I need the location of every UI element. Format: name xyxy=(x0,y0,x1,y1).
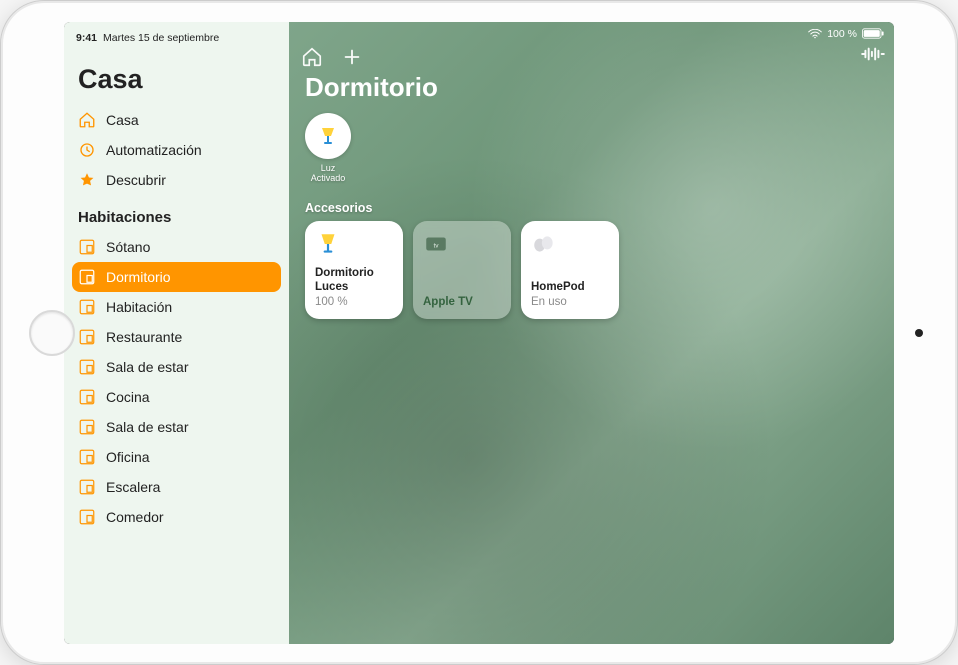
sidebar-room-item[interactable]: Restaurante xyxy=(64,322,289,352)
room-icon xyxy=(78,328,96,346)
sidebar-item-home[interactable]: Casa xyxy=(64,105,289,135)
room-title: Dormitorio xyxy=(289,70,894,113)
room-icon xyxy=(78,298,96,316)
app-title: Casa xyxy=(64,56,289,105)
intercom-icon[interactable] xyxy=(860,46,882,68)
tile-text: HomePodEn uso xyxy=(531,280,609,309)
status-bar-right: 100 % xyxy=(289,22,894,40)
tile-text: Apple TV xyxy=(423,295,501,309)
tile-name: Dormitorio Luces xyxy=(315,266,393,295)
accessory-tile-homepod[interactable]: HomePodEn uso xyxy=(521,221,619,319)
sidebar-room-item[interactable]: Cocina xyxy=(64,382,289,412)
sidebar: 9:41 Martes 15 de septiembre Casa Casa A… xyxy=(64,22,289,644)
scene-circle xyxy=(305,113,351,159)
sidebar-room-item[interactable]: Comedor xyxy=(64,502,289,532)
room-label: Restaurante xyxy=(106,329,182,345)
lamp-icon xyxy=(316,124,340,148)
battery-icon xyxy=(862,28,884,39)
room-icon xyxy=(78,268,96,286)
sidebar-room-item[interactable]: Sala de estar xyxy=(64,412,289,442)
room-icon xyxy=(78,238,96,256)
tile-name: HomePod xyxy=(531,280,609,294)
toolbar xyxy=(289,40,894,70)
room-label: Sala de estar xyxy=(106,359,189,375)
sidebar-item-label: Casa xyxy=(106,112,139,128)
status-time: 9:41 xyxy=(76,32,97,44)
sidebar-room-item[interactable]: Escalera xyxy=(64,472,289,502)
room-label: Comedor xyxy=(106,509,164,525)
sidebar-room-item[interactable]: Habitación xyxy=(64,292,289,322)
room-label: Sala de estar xyxy=(106,419,189,435)
scene-button-light[interactable]: LuzActivado xyxy=(305,113,351,184)
ipad-frame: 9:41 Martes 15 de septiembre Casa Casa A… xyxy=(0,0,958,665)
clock-icon xyxy=(78,141,96,159)
home-outline-icon xyxy=(78,111,96,129)
add-icon[interactable] xyxy=(341,46,363,68)
room-icon xyxy=(78,418,96,436)
sidebar-item-label: Automatización xyxy=(106,142,202,158)
tile-sub: En uso xyxy=(531,295,609,309)
accessories-label: Accesorios xyxy=(289,183,894,221)
room-icon xyxy=(78,358,96,376)
wifi-icon xyxy=(808,29,822,39)
room-icon xyxy=(78,478,96,496)
room-icon xyxy=(78,448,96,466)
main-content: 100 % Dormitorio xyxy=(289,22,894,644)
accessory-tile-light[interactable]: Dormitorio Luces100 % xyxy=(305,221,403,319)
room-label: Dormitorio xyxy=(106,269,171,285)
star-icon xyxy=(78,171,96,189)
appletv-icon: tv xyxy=(423,231,449,257)
svg-text:tv: tv xyxy=(433,242,439,249)
rooms-section-label: Habitaciones xyxy=(64,195,289,232)
status-bar-left: 9:41 Martes 15 de septiembre xyxy=(64,28,289,56)
front-camera xyxy=(915,329,923,337)
sidebar-room-item[interactable]: Oficina xyxy=(64,442,289,472)
homepod-icon xyxy=(531,231,557,257)
sidebar-room-item[interactable]: Sala de estar xyxy=(64,352,289,382)
tile-sub: 100 % xyxy=(315,295,393,309)
accessory-tile-appletv[interactable]: tv Apple TV xyxy=(413,221,511,319)
room-label: Escalera xyxy=(106,479,160,495)
room-icon xyxy=(78,508,96,526)
sidebar-item-automation[interactable]: Automatización xyxy=(64,135,289,165)
status-date: Martes 15 de septiembre xyxy=(103,32,219,44)
room-label: Oficina xyxy=(106,449,150,465)
tile-name: Apple TV xyxy=(423,295,501,309)
room-icon xyxy=(78,388,96,406)
home-icon[interactable] xyxy=(301,46,323,68)
sidebar-room-item[interactable]: Sótano xyxy=(64,232,289,262)
light-icon xyxy=(315,231,341,257)
tile-text: Dormitorio Luces100 % xyxy=(315,266,393,309)
screen: 9:41 Martes 15 de septiembre Casa Casa A… xyxy=(64,22,894,644)
room-label: Habitación xyxy=(106,299,172,315)
home-button[interactable] xyxy=(29,310,75,356)
room-label: Cocina xyxy=(106,389,150,405)
battery-text: 100 % xyxy=(827,28,857,40)
sidebar-item-label: Descubrir xyxy=(106,172,166,188)
room-label: Sótano xyxy=(106,239,150,255)
scene-label: LuzActivado xyxy=(311,163,346,184)
sidebar-room-item[interactable]: Dormitorio xyxy=(72,262,281,292)
sidebar-item-discover[interactable]: Descubrir xyxy=(64,165,289,195)
